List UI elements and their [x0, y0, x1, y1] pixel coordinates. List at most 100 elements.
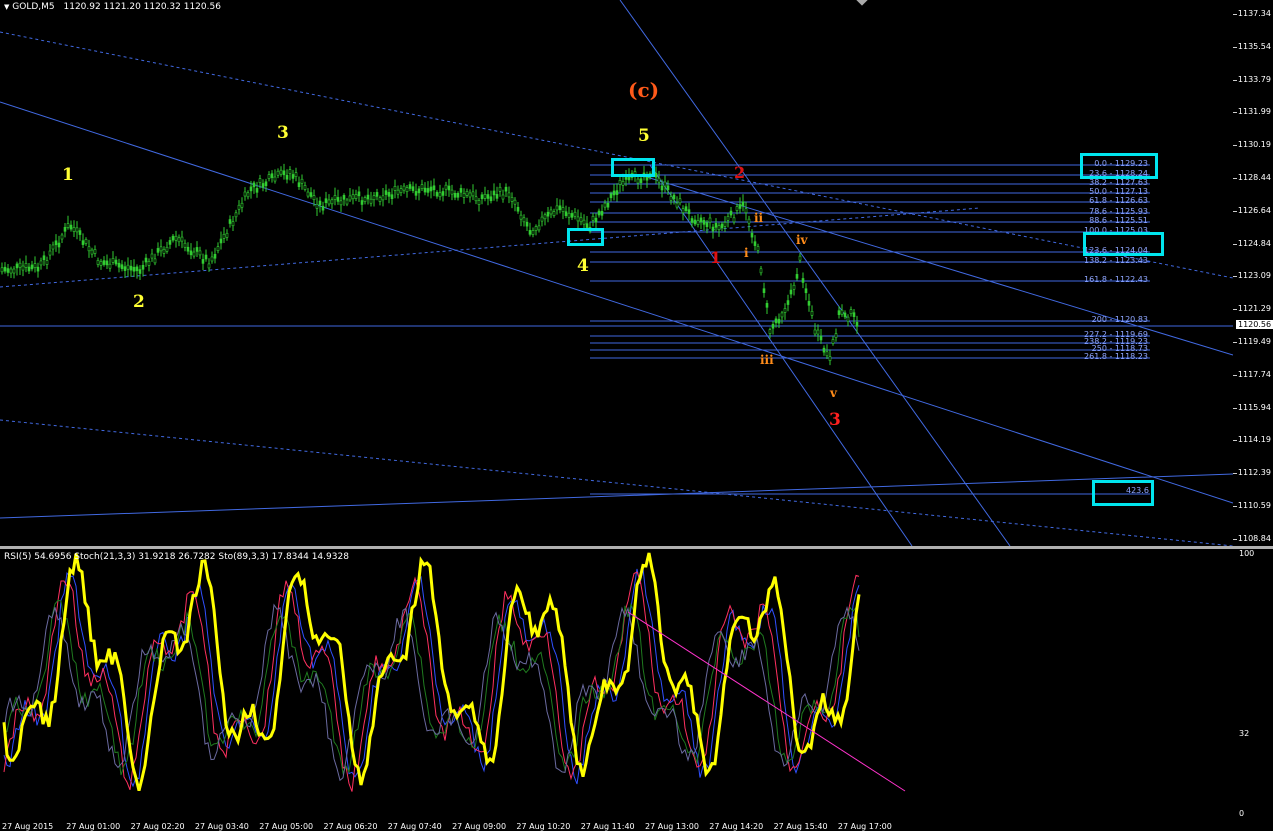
fib-level-label: 78.6 - 1125.93 — [1089, 207, 1148, 216]
candle-body — [219, 238, 223, 244]
candle-body — [300, 178, 304, 184]
candle-body — [39, 260, 43, 266]
price-axis-tick — [1233, 407, 1237, 409]
trendline-bottom — [0, 473, 1233, 519]
wave-label-red-3: 3 — [829, 410, 841, 430]
candle-body — [48, 250, 52, 256]
candle-body — [81, 240, 85, 245]
candle-body — [681, 208, 685, 213]
candle-body — [528, 230, 532, 235]
candle-body — [99, 261, 103, 266]
candle-body — [138, 269, 142, 274]
wave-label-yellow-1: 1 — [62, 165, 74, 185]
candle-body — [495, 194, 499, 199]
candle-body — [714, 223, 718, 228]
candle-body — [240, 202, 244, 208]
price-axis-tick — [1233, 440, 1237, 442]
price-axis-tick — [1233, 46, 1237, 48]
candle-body — [474, 196, 478, 202]
candle-body — [360, 200, 364, 205]
candle-body — [507, 192, 511, 198]
menu-triangle-icon[interactable]: ▼ — [4, 3, 9, 11]
candle-body — [177, 237, 181, 243]
candle-body — [462, 193, 466, 198]
candle-body — [351, 194, 355, 200]
candle-body — [378, 197, 382, 202]
candle-body — [816, 329, 820, 335]
candle-body — [225, 232, 229, 238]
price-axis-label: 1128.44 — [1237, 173, 1271, 182]
oscillator-axis[interactable]: 100 32 0 — [1233, 549, 1273, 821]
highlight-box-fib-top — [1080, 153, 1158, 179]
trendline-steep-a — [619, 0, 1011, 546]
wave-label-yellow-5: 5 — [638, 126, 650, 146]
wave-label-red-2: 2 — [734, 163, 746, 182]
price-axis-label: 1133.79 — [1237, 74, 1271, 84]
price-axis-label: 1114.19 — [1237, 435, 1271, 445]
candle-body — [237, 204, 241, 210]
candle-body — [753, 241, 757, 246]
candle-body — [726, 216, 730, 221]
candle-body — [171, 235, 175, 241]
candle-body — [813, 329, 817, 335]
candle-body — [132, 266, 136, 272]
candle-body — [279, 169, 283, 175]
candle-body — [591, 215, 595, 221]
candle-body — [258, 178, 262, 183]
candle-body — [282, 170, 286, 176]
main-price-chart[interactable] — [0, 0, 1233, 546]
time-axis[interactable]: 27 Aug 2015 27 Aug 01:00 27 Aug 02:20 27 Au… — [0, 821, 1233, 831]
candle-body — [456, 192, 460, 198]
wave-label-c: (c) — [628, 78, 660, 102]
fib-level-label: 200 - 1120.83 — [1091, 315, 1148, 324]
candle-body — [828, 356, 832, 361]
candle-body — [468, 192, 472, 198]
candle-body — [654, 172, 658, 178]
candle-body — [306, 191, 310, 197]
oscillator-chart[interactable] — [0, 549, 1233, 821]
candle-body — [489, 196, 493, 202]
candle-body — [42, 255, 46, 261]
candle-body — [168, 240, 172, 245]
price-axis-tick — [1233, 506, 1237, 507]
candle-body — [501, 194, 505, 200]
candle-body — [690, 218, 694, 223]
candle-body — [189, 250, 193, 256]
candle-body — [318, 200, 322, 206]
candle-body — [342, 195, 346, 200]
candle-body — [549, 209, 553, 215]
candle-body — [144, 257, 148, 263]
candle-body — [594, 217, 598, 223]
candle-body — [555, 205, 559, 211]
oscillator-line — [3, 599, 860, 776]
candle-body — [294, 172, 298, 177]
price-axis[interactable]: 1137.34 1135.54 1133.79 1131.99 1130.19 1128.… — [1233, 0, 1273, 546]
candle-body — [75, 227, 79, 233]
candle-body — [393, 186, 397, 191]
candle-body — [264, 181, 268, 187]
candle-body — [312, 195, 316, 200]
candle-body — [432, 185, 436, 191]
candle-body — [249, 186, 253, 192]
candle-body — [273, 176, 277, 182]
osc-axis-label: 32 — [1239, 729, 1250, 738]
candle-body — [165, 246, 169, 252]
candle-body — [756, 246, 760, 251]
candle-body — [246, 192, 250, 198]
oscillator-lines — [2, 552, 861, 792]
candle-body — [201, 259, 205, 264]
price-axis-label: 1130.19 — [1237, 140, 1271, 150]
price-axis-tick — [1233, 112, 1237, 114]
dotted-bottom-line — [0, 419, 1233, 546]
candle-body — [345, 199, 349, 205]
candle-body — [195, 247, 199, 252]
candle-body — [798, 255, 802, 261]
candle-body — [54, 240, 58, 246]
price-axis-tick — [1233, 276, 1237, 278]
price-axis-label: 1117.74 — [1237, 369, 1271, 379]
wave-label-red-1: 1 — [710, 248, 722, 267]
candle-body — [693, 219, 697, 225]
candle-body — [438, 192, 442, 198]
candle-body — [477, 200, 481, 205]
candle-body — [198, 250, 202, 256]
